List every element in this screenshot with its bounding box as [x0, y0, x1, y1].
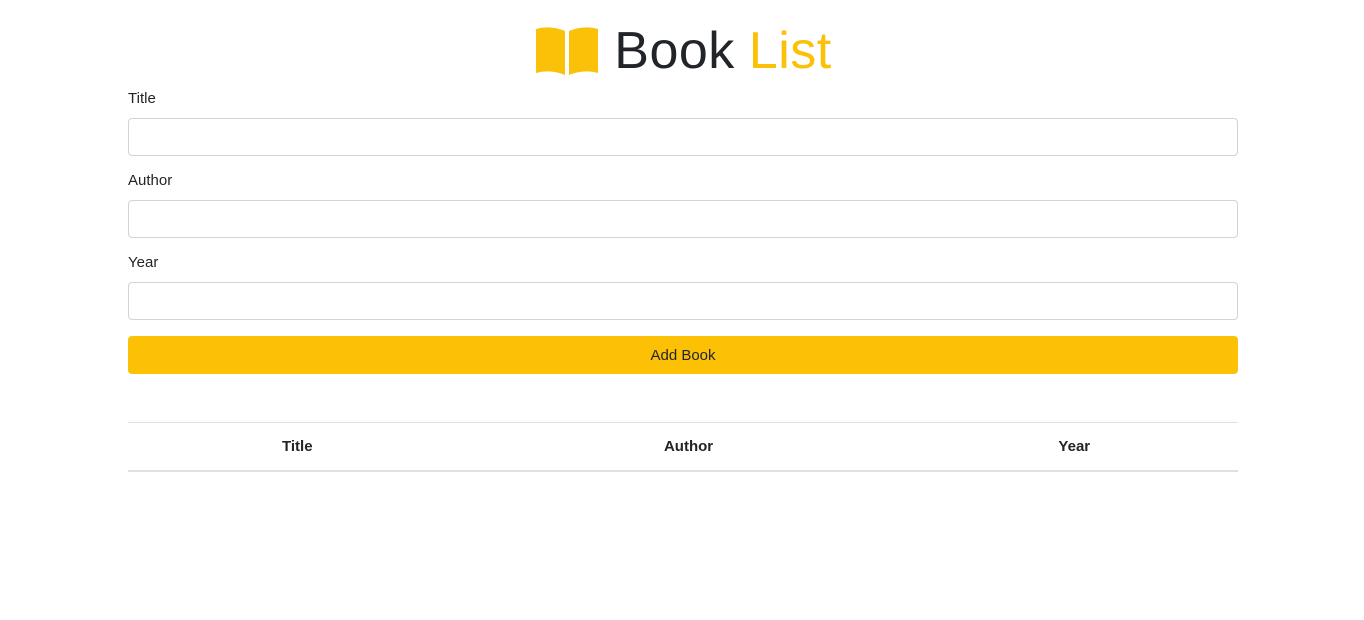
book-table: Title Author Year [128, 422, 1238, 472]
add-book-button[interactable]: Add Book [128, 336, 1238, 374]
page-title-part-1: Book [614, 22, 735, 80]
app-container: Book List Title Author Year Add Book Titl… [128, 0, 1238, 472]
title-input[interactable] [128, 118, 1238, 156]
book-open-icon [534, 25, 600, 77]
author-form-group: Author [128, 172, 1238, 238]
year-form-group: Year [128, 254, 1238, 320]
author-input[interactable] [128, 200, 1238, 238]
column-header-title: Title [128, 422, 467, 472]
column-header-year: Year [910, 422, 1238, 472]
title-form-group: Title [128, 90, 1238, 156]
table-header-row: Title Author Year [128, 422, 1238, 472]
page-title: Book List [614, 25, 831, 77]
book-form: Title Author Year Add Book [128, 90, 1238, 374]
page-title-part-2: List [748, 22, 832, 80]
column-header-author: Author [466, 422, 911, 472]
page-header: Book List [128, 0, 1238, 90]
author-label: Author [128, 172, 173, 189]
title-label: Title [128, 90, 156, 107]
year-input[interactable] [128, 282, 1238, 320]
book-table-head: Title Author Year [128, 422, 1238, 472]
year-label: Year [128, 254, 159, 271]
